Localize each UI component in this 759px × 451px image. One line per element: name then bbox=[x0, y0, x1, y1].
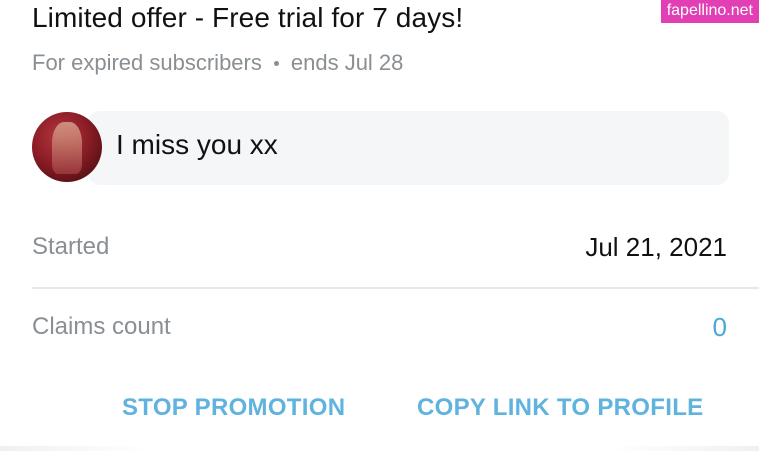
action-bar: STOP PROMOTION COPY LINK TO PROFILE bbox=[0, 394, 759, 434]
avatar[interactable] bbox=[32, 112, 102, 182]
started-value: Jul 21, 2021 bbox=[585, 231, 727, 262]
claims-label: Claims count bbox=[32, 313, 171, 340]
claims-count-link[interactable]: 0 bbox=[713, 312, 727, 343]
promotion-message: I miss you xx bbox=[32, 111, 729, 185]
promotion-subtitle: For expired subscribers ends Jul 28 bbox=[32, 50, 403, 76]
stop-promotion-button[interactable]: STOP PROMOTION bbox=[122, 394, 345, 422]
avatar-image bbox=[52, 122, 82, 174]
promotion-title: Limited offer - Free trial for 7 days! bbox=[32, 2, 464, 33]
copy-link-button[interactable]: COPY LINK TO PROFILE bbox=[417, 394, 703, 422]
ends-text: ends Jul 28 bbox=[290, 50, 404, 75]
divider bbox=[32, 287, 759, 289]
claims-row: Claims count 0 bbox=[32, 307, 727, 347]
message-text: I miss you xx bbox=[116, 129, 278, 160]
started-label: Started bbox=[32, 233, 110, 260]
bottom-edge bbox=[0, 446, 759, 451]
started-row: Started Jul 21, 2021 bbox=[32, 227, 727, 267]
separator-dot bbox=[273, 60, 279, 66]
watermark: fapellino.net bbox=[660, 0, 759, 23]
promotion-card: Limited offer - Free trial for 7 days! f… bbox=[0, 0, 759, 451]
audience-text: For expired subscribers bbox=[32, 50, 262, 75]
